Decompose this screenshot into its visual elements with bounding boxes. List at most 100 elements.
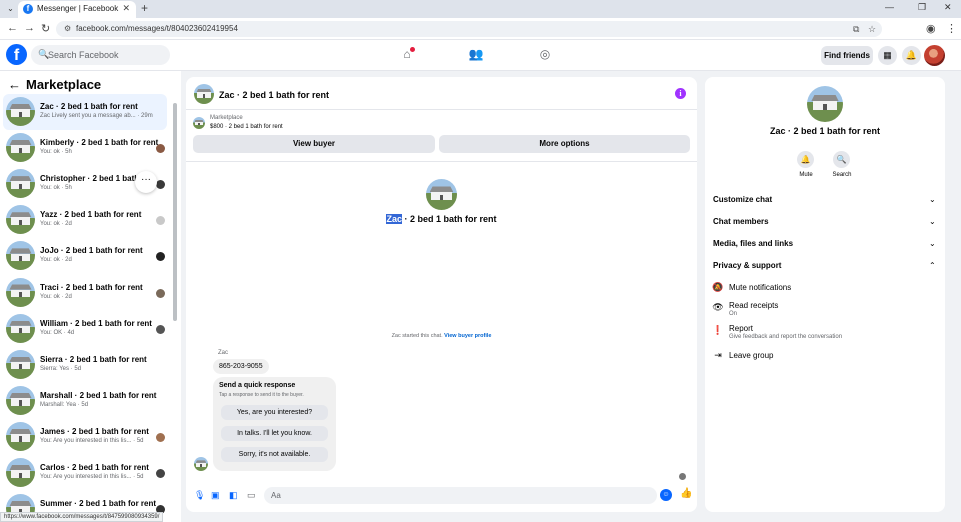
eye-icon: 👁	[712, 302, 724, 312]
chat-members-section[interactable]: Chat members	[713, 217, 769, 226]
conversation-preview: Marshall: Yea · 5d	[40, 401, 89, 408]
conversation-name: Carlos · 2 bed 1 bath for rent	[40, 463, 149, 472]
bookmark-star-icon[interactable]: ☆	[868, 24, 876, 35]
window-close-icon[interactable]: ✕	[944, 2, 952, 13]
message-bubble[interactable]: 865-203-9055	[213, 359, 269, 374]
conversation-row[interactable]: Zac · 2 bed 1 bath for rent Zac Lively se…	[3, 94, 167, 130]
chat-title[interactable]: Zac · 2 bed 1 bath for rent	[219, 90, 329, 100]
install-icon[interactable]: ⧉	[853, 24, 859, 35]
sender-name: Zac	[218, 350, 229, 356]
chevron-down-icon[interactable]: ⌄	[929, 217, 936, 226]
forward-icon[interactable]: →	[24, 22, 35, 34]
search-label: Search	[832, 172, 852, 178]
site-info-icon[interactable]: ⚙	[64, 24, 71, 33]
customize-chat-section[interactable]: Customize chat	[713, 195, 772, 204]
more-options-button[interactable]: More options	[439, 135, 690, 153]
leave-group-icon: ⇥	[714, 350, 722, 360]
conversation-row[interactable]: Sierra · 2 bed 1 bath for rent Sierra: Ye…	[3, 347, 167, 383]
restore-icon[interactable]: ❐	[918, 2, 926, 13]
info-icon[interactable]: i	[675, 88, 686, 99]
buyer-mini-avatar	[156, 144, 165, 154]
conversation-preview: You: ok · 2d	[40, 257, 72, 264]
friends-icon[interactable]: 👥	[468, 47, 484, 63]
listing-thumbnail[interactable]	[193, 117, 205, 129]
chat-center-title: Zac · 2 bed 1 bath for rent	[186, 214, 697, 224]
buyer-mini-avatar	[156, 469, 165, 478]
address-bar: ← → ↻ ⚙ facebook.com/messages/t/80402360…	[0, 18, 961, 40]
chevron-up-icon[interactable]: ⌃	[929, 261, 936, 270]
conversation-row[interactable]: Yazz · 2 bed 1 bath for rent You: ok · 2d	[3, 202, 167, 238]
groups-icon[interactable]: ◎	[537, 47, 553, 63]
conversation-row[interactable]: Kimberly · 2 bed 1 bath for rent You: ok …	[3, 130, 167, 166]
search-input[interactable]: 🔍 Search Facebook	[31, 45, 170, 65]
tab-search-icon[interactable]: ⌄	[4, 3, 17, 15]
browser-tab[interactable]: f Messenger | Facebook ✕	[18, 1, 136, 18]
conversation-avatar	[6, 313, 35, 343]
conversation-row[interactable]: Christopher · 2 bed 1 bath fo You: ok · 5…	[3, 166, 167, 202]
conversation-avatar	[6, 385, 35, 415]
listing-summary[interactable]: $800 · 2 bed 1 bath for rent	[210, 124, 283, 130]
microphone-icon[interactable]: 🎙	[194, 490, 205, 501]
buyer-mini-avatar	[156, 288, 165, 298]
quick-response-yes-button[interactable]: Yes, are you interested?	[221, 405, 328, 420]
chevron-down-icon[interactable]: ⌄	[929, 239, 936, 248]
mute-bell-icon[interactable]: 🔔	[797, 151, 814, 168]
conversation-row[interactable]: James · 2 bed 1 bath for rent You: Are yo…	[3, 419, 167, 455]
quick-response-sorry-button[interactable]: Sorry, it's not available.	[221, 447, 328, 462]
home-icon[interactable]: ⌂	[399, 47, 415, 63]
buyer-mini-avatar	[156, 432, 165, 442]
details-avatar[interactable]	[807, 86, 843, 122]
gif-icon[interactable]: ▭	[247, 490, 256, 501]
quick-response-talks-button[interactable]: In talks. I'll let you know.	[221, 426, 328, 441]
url-field[interactable]: ⚙ facebook.com/messages/t/80402360241995…	[56, 21, 882, 37]
tab-close-icon[interactable]: ✕	[122, 3, 130, 14]
back-icon[interactable]: ←	[7, 22, 18, 34]
sticker-icon[interactable]: ◧	[229, 490, 238, 501]
conversation-more-button[interactable]: ···	[135, 171, 157, 194]
photo-icon[interactable]: ▣	[211, 490, 220, 501]
privacy-support-section[interactable]: Privacy & support	[713, 261, 781, 270]
back-arrow-icon[interactable]: ←	[8, 77, 21, 92]
read-receipts-item[interactable]: Read receipts	[729, 301, 778, 310]
notifications-bell-icon[interactable]: 🔔	[902, 46, 921, 65]
facebook-logo-icon[interactable]: f	[6, 44, 27, 65]
conversation-name: James · 2 bed 1 bath for rent	[40, 426, 149, 436]
sidebar-scrollbar[interactable]	[173, 103, 177, 321]
chevron-down-icon[interactable]: ⌄	[929, 195, 936, 204]
browser-menu-icon[interactable]: ⋮	[946, 22, 957, 35]
sender-avatar[interactable]	[194, 457, 208, 471]
conversation-name: Yazz · 2 bed 1 bath for rent	[40, 210, 142, 220]
conversation-row[interactable]: William · 2 bed 1 bath for rent You: OK ·…	[3, 311, 167, 347]
thumbs-up-icon[interactable]: 👍	[680, 488, 692, 499]
conversation-preview: You: OK · 4d	[40, 329, 75, 336]
conversation-row[interactable]: Carlos · 2 bed 1 bath for rent You: Are y…	[3, 455, 167, 491]
new-tab-icon[interactable]: +	[141, 1, 148, 15]
report-icon: ❗	[712, 325, 724, 335]
find-friends-button[interactable]: Find friends	[821, 46, 873, 65]
message-input[interactable]: Aa	[264, 487, 657, 504]
chat-header-avatar[interactable]	[194, 84, 214, 104]
menu-grid-icon[interactable]: ▦	[878, 46, 897, 65]
conversation-row[interactable]: JoJo · 2 bed 1 bath for rent You: ok · 2d	[3, 238, 167, 274]
search-chat-icon[interactable]: 🔍	[833, 151, 850, 168]
conversation-name: Kimberly · 2 bed 1 bath for rent	[40, 138, 159, 148]
account-avatar[interactable]	[924, 45, 945, 66]
details-title: Zac · 2 bed 1 bath for rent	[769, 126, 881, 136]
media-files-links-section[interactable]: Media, files and links	[713, 239, 793, 248]
report-item[interactable]: Report	[729, 324, 753, 333]
conversation-row[interactable]: Marshall · 2 bed 1 bath for rent Marshall…	[3, 383, 167, 419]
leave-group-item[interactable]: Leave group	[729, 351, 773, 360]
quick-response-card: Send a quick response Tap a response to …	[213, 377, 336, 471]
mute-notifications-item[interactable]: Mute notifications	[729, 283, 791, 292]
view-buyer-profile-link[interactable]: View buyer profile	[444, 333, 491, 339]
conversation-row[interactable]: Traci · 2 bed 1 bath for rent You: ok · 2…	[3, 275, 167, 311]
chat-center-avatar	[426, 179, 457, 210]
reload-icon[interactable]: ↻	[41, 22, 50, 35]
minimize-icon[interactable]: —	[885, 2, 894, 12]
conversation-avatar	[6, 169, 35, 199]
profile-icon[interactable]: ◉	[926, 22, 936, 35]
conversation-avatar	[6, 277, 35, 307]
emoji-icon[interactable]: ☺	[660, 489, 672, 501]
view-buyer-button[interactable]: View buyer	[193, 135, 435, 153]
marketplace-sidebar: ← Marketplace Zac · 2 bed 1 bath for ren…	[0, 71, 181, 522]
